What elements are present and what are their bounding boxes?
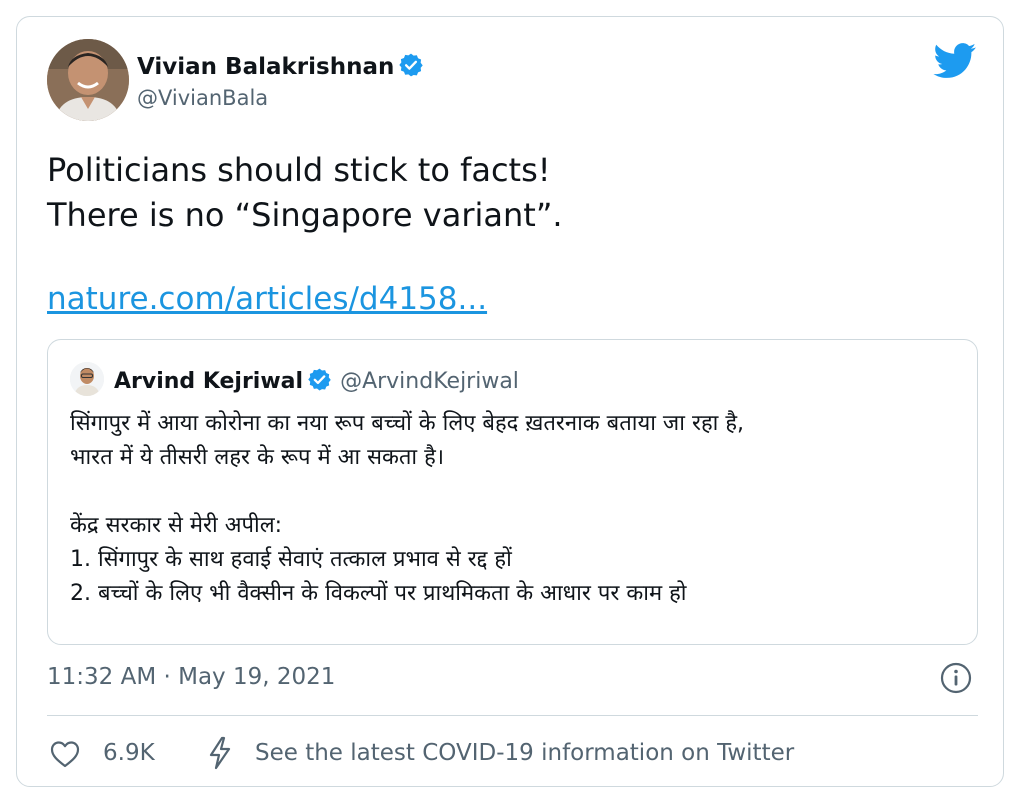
quoted-author-avatar bbox=[70, 362, 104, 396]
author-name[interactable]: Vivian Balakrishnan bbox=[137, 54, 394, 80]
twitter-bird-icon[interactable] bbox=[933, 43, 977, 79]
divider bbox=[47, 715, 978, 716]
lightning-bolt-icon bbox=[207, 736, 233, 770]
tweet-text: Politicians should stick to facts! There… bbox=[47, 148, 967, 238]
quoted-text-line: 1. सिंगापुर के साथ हवाई सेवाएं तत्काल प्… bbox=[70, 547, 512, 572]
quoted-author-name: Arvind Kejriwal bbox=[114, 369, 304, 394]
info-icon[interactable] bbox=[939, 661, 973, 695]
quoted-text-line: सिंगापुर में आया कोरोना का नया रूप बच्चो… bbox=[70, 411, 744, 436]
author-avatar[interactable] bbox=[47, 39, 129, 121]
like-count[interactable]: 6.9K bbox=[103, 740, 155, 766]
tweet-text-line: There is no “Singapore variant”. bbox=[47, 196, 563, 234]
quoted-text-line: केंद्र सरकार से मेरी अपील: bbox=[70, 513, 283, 538]
quoted-text-line bbox=[70, 475, 960, 509]
verified-badge-icon bbox=[307, 367, 332, 398]
quoted-tweet[interactable]: Arvind Kejriwal @ArvindKejriwal सिंगापुर … bbox=[47, 339, 978, 645]
author-handle[interactable]: @VivianBala bbox=[137, 86, 268, 110]
quoted-text-line: 2. बच्चों के लिए भी वैक्सीन के विकल्पों … bbox=[70, 581, 687, 606]
author-name-row[interactable]: Vivian Balakrishnan bbox=[137, 52, 424, 84]
quoted-text-line: भारत में ये तीसरी लहर के रूप में आ सकता … bbox=[70, 445, 445, 470]
heart-icon[interactable] bbox=[49, 739, 81, 769]
quoted-author-row: Arvind Kejriwal @ArvindKejriwal bbox=[114, 367, 519, 398]
tweet-timestamp[interactable]: 11:32 AM · May 19, 2021 bbox=[47, 664, 335, 690]
quoted-tweet-text: सिंगापुर में आया कोरोना का नया रूप बच्चो… bbox=[70, 407, 960, 611]
tweet-card: Vivian Balakrishnan @VivianBala Politici… bbox=[16, 16, 1004, 787]
covid-info-link[interactable]: See the latest COVID-19 information on T… bbox=[255, 740, 794, 766]
tweet-text-line: Politicians should stick to facts! bbox=[47, 151, 551, 189]
quoted-author-handle: @ArvindKejriwal bbox=[340, 369, 519, 394]
article-link[interactable]: nature.com/articles/d4158... bbox=[47, 281, 487, 317]
verified-badge-icon bbox=[398, 52, 424, 84]
